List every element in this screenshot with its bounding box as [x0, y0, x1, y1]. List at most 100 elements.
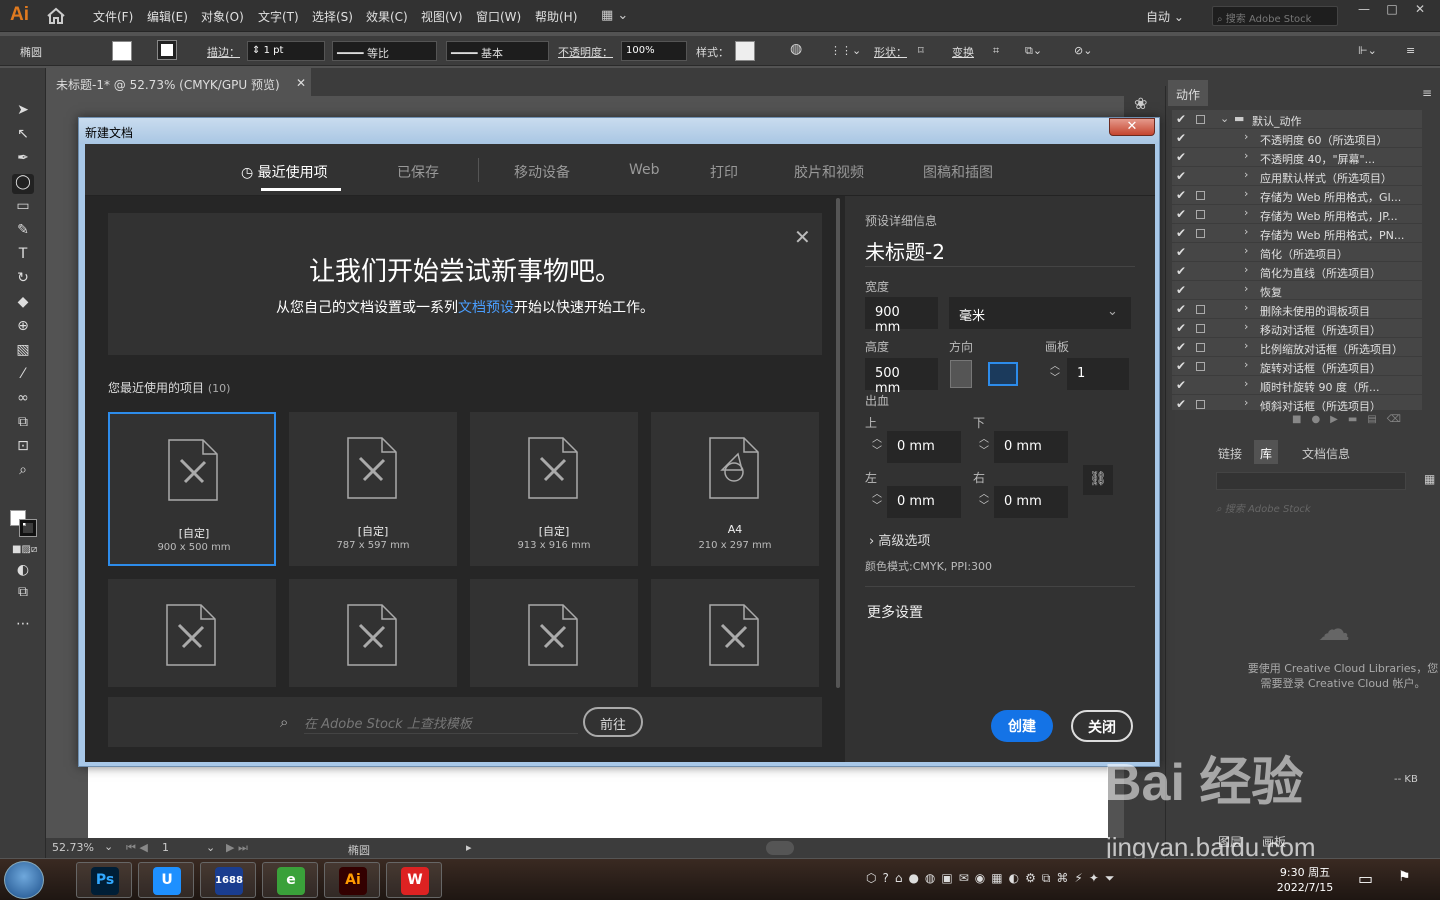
width-input[interactable]: 900 mm: [865, 297, 938, 335]
ellipse-tool-icon[interactable]: ◯: [12, 174, 34, 194]
taskbar-app[interactable]: W: [386, 862, 442, 898]
left-stepper[interactable]: ︿ ﹀: [867, 486, 887, 518]
stroke-color-icon[interactable]: [19, 519, 37, 537]
expand-icon[interactable]: ›: [1244, 396, 1248, 409]
close-window-button[interactable]: ✕: [1408, 2, 1432, 20]
library-search-input[interactable]: ⌕ 搜索 Adobe Stock: [1216, 500, 1440, 518]
start-button[interactable]: [4, 861, 44, 899]
create-button[interactable]: 创建: [991, 710, 1053, 742]
preset-card[interactable]: [289, 579, 457, 687]
opacity-input[interactable]: 100%: [621, 41, 687, 61]
tab-recent[interactable]: ◷ 最近使用项: [241, 162, 328, 182]
expand-icon[interactable]: ›: [1244, 377, 1248, 390]
minimize-button[interactable]: —: [1352, 2, 1376, 20]
color-mode-icon[interactable]: ■▨⧄: [12, 544, 37, 564]
bleed-top-input[interactable]: 0 mm: [887, 431, 961, 463]
workspace-label[interactable]: 自动 ⌄: [1146, 8, 1184, 25]
menu-view[interactable]: 视图(V): [421, 8, 463, 25]
grid-view-icon[interactable]: ▦: [1424, 472, 1435, 486]
check-icon[interactable]: ✔: [1176, 169, 1190, 183]
pen-tool-icon[interactable]: ✒: [12, 150, 34, 170]
expand-icon[interactable]: ›: [1244, 358, 1248, 371]
dialog-toggle-icon[interactable]: [1196, 343, 1205, 352]
dialog-toggle-icon[interactable]: [1196, 191, 1205, 200]
expand-icon[interactable]: ›: [1244, 301, 1248, 314]
stroke-weight-input[interactable]: ⇕ 1 pt: [247, 41, 325, 61]
clock[interactable]: 9:30 周五 2022/7/15: [1270, 865, 1340, 895]
taskbar-app[interactable]: e: [262, 862, 318, 898]
action-row[interactable]: ✔ › 存储为 Web 所用格式，PN...: [1172, 224, 1422, 243]
expand-icon[interactable]: ›: [1244, 130, 1248, 143]
action-row[interactable]: ✔ › 不透明度 40，"屏幕"...: [1172, 148, 1422, 167]
artboard[interactable]: [88, 764, 1108, 838]
transform-label[interactable]: 变换: [952, 44, 974, 60]
expand-icon[interactable]: ›: [1244, 282, 1248, 295]
flag-icon[interactable]: ⚑: [1398, 869, 1411, 885]
preset-card[interactable]: [651, 579, 819, 687]
flip-icon[interactable]: ⧉⌄: [1025, 44, 1042, 58]
palette-icon[interactable]: ❀: [1134, 94, 1147, 113]
menu-edit[interactable]: 编辑(E): [147, 8, 188, 25]
zoom-tool-icon[interactable]: ⌕: [12, 462, 34, 482]
expand-icon[interactable]: ›: [1244, 187, 1248, 200]
expand-icon[interactable]: ›: [1244, 244, 1248, 257]
check-icon[interactable]: ✔: [1176, 283, 1190, 297]
zoom-dropdown-icon[interactable]: ⌄: [104, 840, 113, 853]
menu-effect[interactable]: 效果(C): [366, 8, 408, 25]
tab-art-illustration[interactable]: 图稿和插图: [923, 162, 993, 182]
close-tab-icon[interactable]: ✕: [296, 76, 306, 90]
shape-label[interactable]: 形状：: [874, 44, 907, 60]
eraser-tool-icon[interactable]: ◆: [12, 294, 34, 314]
transform-icon[interactable]: ⌗: [993, 44, 999, 58]
expand-icon[interactable]: ›: [1244, 339, 1248, 352]
check-icon[interactable]: ✔: [1176, 150, 1190, 164]
menu-select[interactable]: 选择(S): [312, 8, 353, 25]
shape-builder-icon[interactable]: ⊕: [12, 318, 34, 338]
page-prev-icon[interactable]: ⏮ ◀: [126, 841, 148, 855]
tab-library[interactable]: 库: [1254, 440, 1279, 464]
stroke-label[interactable]: 描边：: [207, 44, 240, 60]
check-icon[interactable]: ✔: [1176, 321, 1190, 335]
goto-button[interactable]: 前往: [583, 707, 643, 737]
check-icon[interactable]: ✔: [1176, 188, 1190, 202]
menu-window[interactable]: 窗口(W): [476, 8, 521, 25]
symbol-sprayer-icon[interactable]: ⧉: [12, 414, 34, 434]
taskbar-app[interactable]: Ps: [76, 862, 132, 898]
action-row[interactable]: ✔ › 移动对话框（所选项目）: [1172, 319, 1422, 338]
screen-mode-icon[interactable]: ⧉: [12, 584, 34, 604]
tab-document-info[interactable]: 文档信息: [1296, 440, 1356, 464]
isolate-icon[interactable]: ⊘⌄: [1074, 44, 1092, 57]
dialog-toggle-icon[interactable]: [1196, 115, 1205, 124]
arrange-icon[interactable]: ⊩⌄: [1358, 44, 1377, 57]
preset-card[interactable]: [470, 579, 638, 687]
action-row[interactable]: ✔ › 存储为 Web 所用格式，JP...: [1172, 205, 1422, 224]
bleed-right-input[interactable]: 0 mm: [994, 486, 1068, 518]
page-number[interactable]: 1: [162, 841, 169, 854]
expand-icon[interactable]: ›: [1244, 263, 1248, 276]
direct-selection-icon[interactable]: ↖: [12, 126, 34, 146]
workspace-switcher-icon[interactable]: ▦ ⌄: [601, 8, 628, 23]
artboard-stepper[interactable]: ︿ ﹀: [1045, 358, 1065, 390]
dialog-toggle-icon[interactable]: [1196, 305, 1205, 314]
action-row[interactable]: ✔ › 删除未使用的调板项目: [1172, 300, 1422, 319]
landscape-icon[interactable]: [988, 362, 1018, 386]
horizontal-scrollbar[interactable]: [766, 841, 794, 855]
action-set-row[interactable]: ✔ ⌄ ▬ 默认_动作: [1172, 110, 1422, 129]
action-row[interactable]: ✔ › 简化为直线（所选项目）: [1172, 262, 1422, 281]
link-bleed-icon[interactable]: ⛓: [1083, 465, 1113, 495]
stock-search-input[interactable]: ⌕ 搜索 Adobe Stock: [1212, 6, 1338, 26]
stroke-swatch[interactable]: [157, 40, 177, 60]
expand-icon[interactable]: ›: [1244, 206, 1248, 219]
unit-select[interactable]: 毫米 ⌄: [949, 297, 1131, 329]
fill-swatch[interactable]: [112, 41, 132, 61]
top-stepper[interactable]: ︿ ﹀: [867, 431, 887, 463]
action-row[interactable]: ✔ › 不透明度 60（所选项目）: [1172, 129, 1422, 148]
dialog-toggle-icon[interactable]: [1196, 210, 1205, 219]
status-menu-icon[interactable]: ▸: [466, 841, 472, 854]
tab-mobile[interactable]: 移动设备: [514, 162, 570, 182]
variable-width-select[interactable]: ━━━━ 等比: [332, 41, 437, 61]
home-icon[interactable]: [46, 7, 66, 25]
preset-card[interactable]: [自定] 913 x 916 mm: [470, 412, 638, 566]
check-icon[interactable]: ✔: [1176, 226, 1190, 240]
eyedropper-icon[interactable]: ⁄: [12, 366, 34, 386]
